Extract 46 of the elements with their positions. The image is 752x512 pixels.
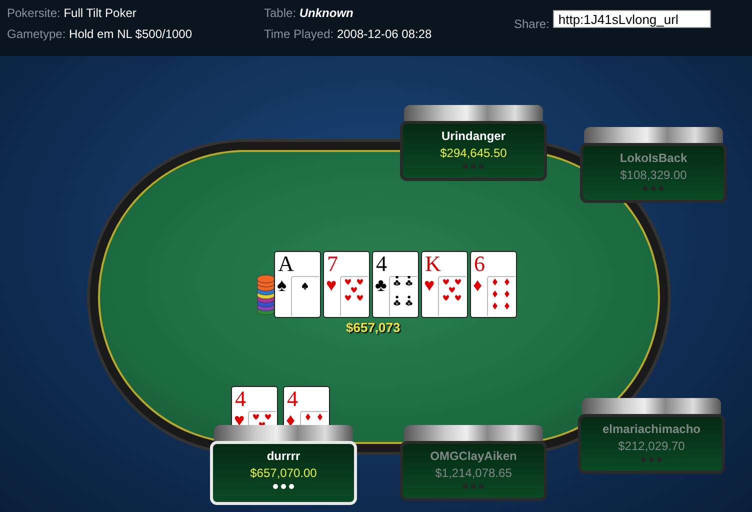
dots-icon xyxy=(273,484,294,489)
field-label: Time Played: xyxy=(264,27,334,41)
card-rank: 4 xyxy=(287,387,298,411)
pot-amount: $657,073 xyxy=(346,320,400,335)
player-seat[interactable]: durrrr $657,070.00 xyxy=(210,441,357,505)
share-field[interactable]: http:1J41sLvlong_url xyxy=(553,10,712,28)
card-rank: 4 xyxy=(376,252,387,276)
card-suit: ♥ xyxy=(234,410,245,430)
field-value: Unknown xyxy=(299,6,354,20)
player-stack: $108,329.00 xyxy=(620,168,687,182)
field-value: Hold em NL $500/1000 xyxy=(69,27,192,41)
card-suit: ♣ xyxy=(375,275,387,295)
player-stack: $657,070.00 xyxy=(250,466,317,480)
player-name: OMGClayAiken xyxy=(430,449,517,463)
field-label: Pokersite: xyxy=(7,6,60,20)
card-rank: A xyxy=(278,252,294,276)
share-label: Share: xyxy=(514,16,550,31)
dots-icon xyxy=(463,484,484,489)
dots-icon xyxy=(463,164,484,169)
player-seat[interactable]: LokoIsBack $108,329.00 xyxy=(580,143,727,203)
player-stack: $294,645.50 xyxy=(440,146,507,160)
dots-icon xyxy=(641,457,662,462)
card-rank: K xyxy=(425,252,441,276)
field-value: 2008-12-06 08:28 xyxy=(336,27,432,41)
player-seat[interactable]: OMGClayAiken $1,214,078.65 xyxy=(400,441,547,501)
player-name: elmariachimacho xyxy=(602,422,701,436)
field-label: Gametype: xyxy=(7,27,66,41)
card-suit: ♠ xyxy=(277,275,287,295)
field-value: Full Tilt Poker xyxy=(64,6,136,20)
card-rank: 4 xyxy=(235,387,246,411)
chip-stack-icon xyxy=(256,272,276,316)
player-name: Urindanger xyxy=(441,129,506,143)
player-stack: $212,029.70 xyxy=(618,439,685,453)
player-stack: $1,214,078.65 xyxy=(435,466,512,480)
card-rank: 6 xyxy=(474,252,485,276)
field-label: Table: xyxy=(264,6,296,20)
card-suit: ♦ xyxy=(473,275,482,295)
card-suit: ♥ xyxy=(326,275,337,295)
player-seat[interactable]: Urindanger $294,645.50 xyxy=(400,121,547,181)
player-seat[interactable]: elmariachimacho $212,029.70 xyxy=(578,414,725,474)
card-suit: ♥ xyxy=(424,275,435,295)
card-rank: 7 xyxy=(327,252,338,276)
player-name: durrrr xyxy=(266,449,300,463)
dots-icon xyxy=(643,186,664,191)
player-name: LokoIsBack xyxy=(620,151,688,165)
card-suit: ♦ xyxy=(286,410,296,430)
